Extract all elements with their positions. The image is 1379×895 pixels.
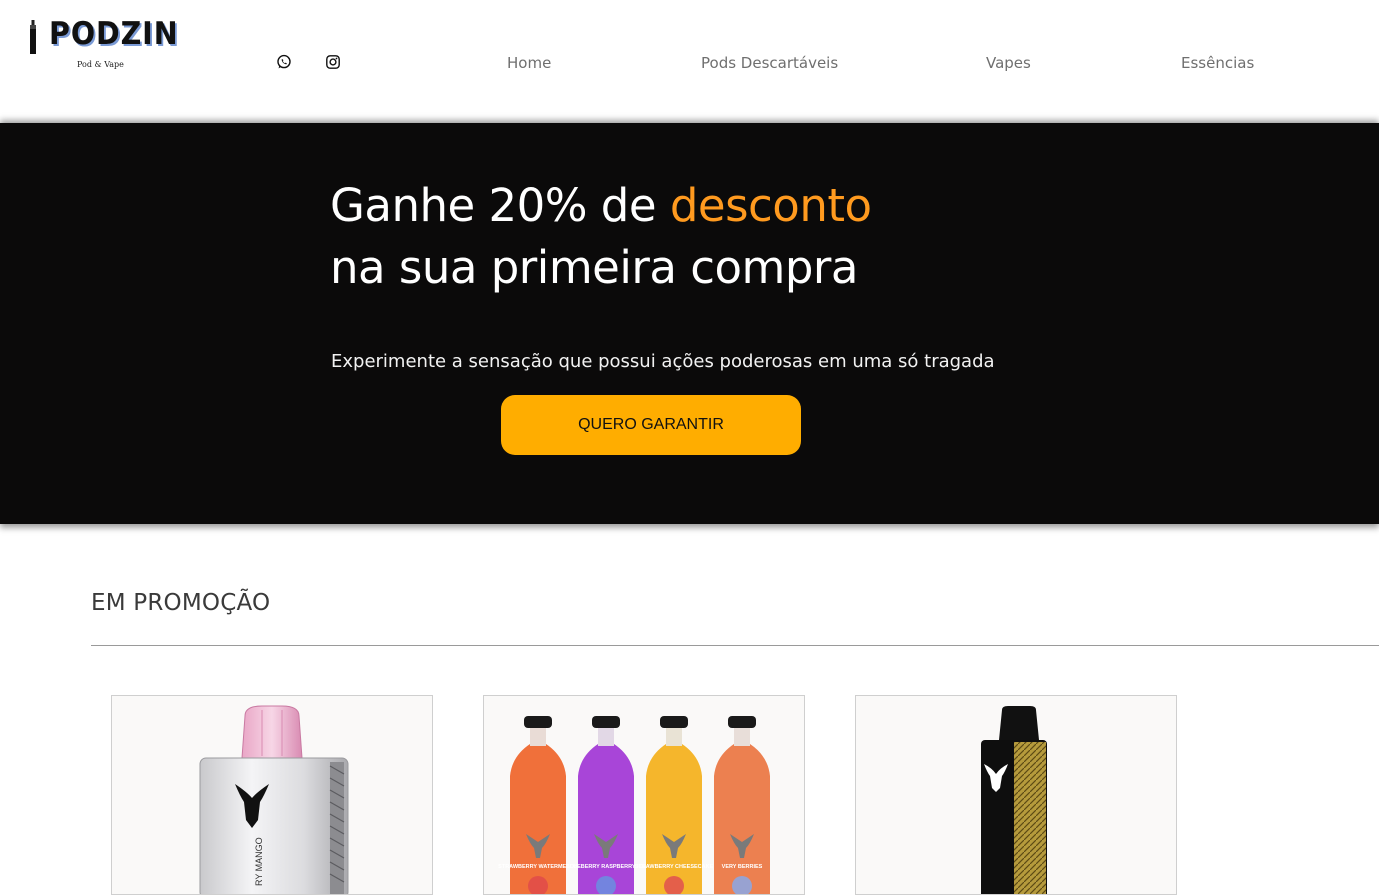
nav-essencias[interactable]: Essências <box>1181 54 1254 72</box>
section-title: EM PROMOÇÃO <box>91 590 271 616</box>
nav-home[interactable]: Home <box>507 54 551 72</box>
product-flavor-3: STRAWBERRY CHEESECAKE <box>635 864 714 870</box>
brand-logo[interactable]: PODZIN Pod & Vape <box>27 16 178 76</box>
product-card[interactable]: RY MANGO <box>111 695 433 895</box>
instagram-link[interactable] <box>325 54 341 70</box>
product-image <box>981 706 1047 894</box>
whatsapp-icon <box>277 54 291 69</box>
brand-tagline: Pod & Vape <box>77 60 124 69</box>
product-image: STRAWBERRY WATERMELON BLUEBERRY RASPBERR… <box>498 716 770 894</box>
product-flavor-4: VERY BERRIES <box>722 864 763 870</box>
vape-pen-logo-icon <box>30 20 36 54</box>
cta-button[interactable]: QUERO GARANTIR <box>501 395 801 455</box>
nav-pods-descartaveis[interactable]: Pods Descartáveis <box>701 54 838 72</box>
brand-name: PODZIN <box>49 16 179 52</box>
product-label: RY MANGO <box>254 837 264 886</box>
hero-title-part1: Ganhe 20% de <box>330 179 670 232</box>
section-divider <box>91 645 1379 646</box>
nav-vapes[interactable]: Vapes <box>986 54 1031 72</box>
hero-title-line2: na sua primeira compra <box>330 241 858 294</box>
product-card[interactable]: STRAWBERRY WATERMELON BLUEBERRY RASPBERR… <box>483 695 805 895</box>
product-image: RY MANGO <box>199 705 349 894</box>
instagram-icon <box>326 55 340 69</box>
site-header: PODZIN Pod & Vape Home Pods Descartáveis… <box>0 0 1379 123</box>
whatsapp-link[interactable] <box>276 54 292 70</box>
hero-subtitle: Experimente a sensação que possui ações … <box>331 351 995 372</box>
hero-title: Ganhe 20% de desconto na sua primeira co… <box>330 175 872 299</box>
hero-banner: Ganhe 20% de desconto na sua primeira co… <box>0 123 1379 524</box>
product-card[interactable] <box>855 695 1177 895</box>
hero-title-accent: desconto <box>669 179 872 232</box>
